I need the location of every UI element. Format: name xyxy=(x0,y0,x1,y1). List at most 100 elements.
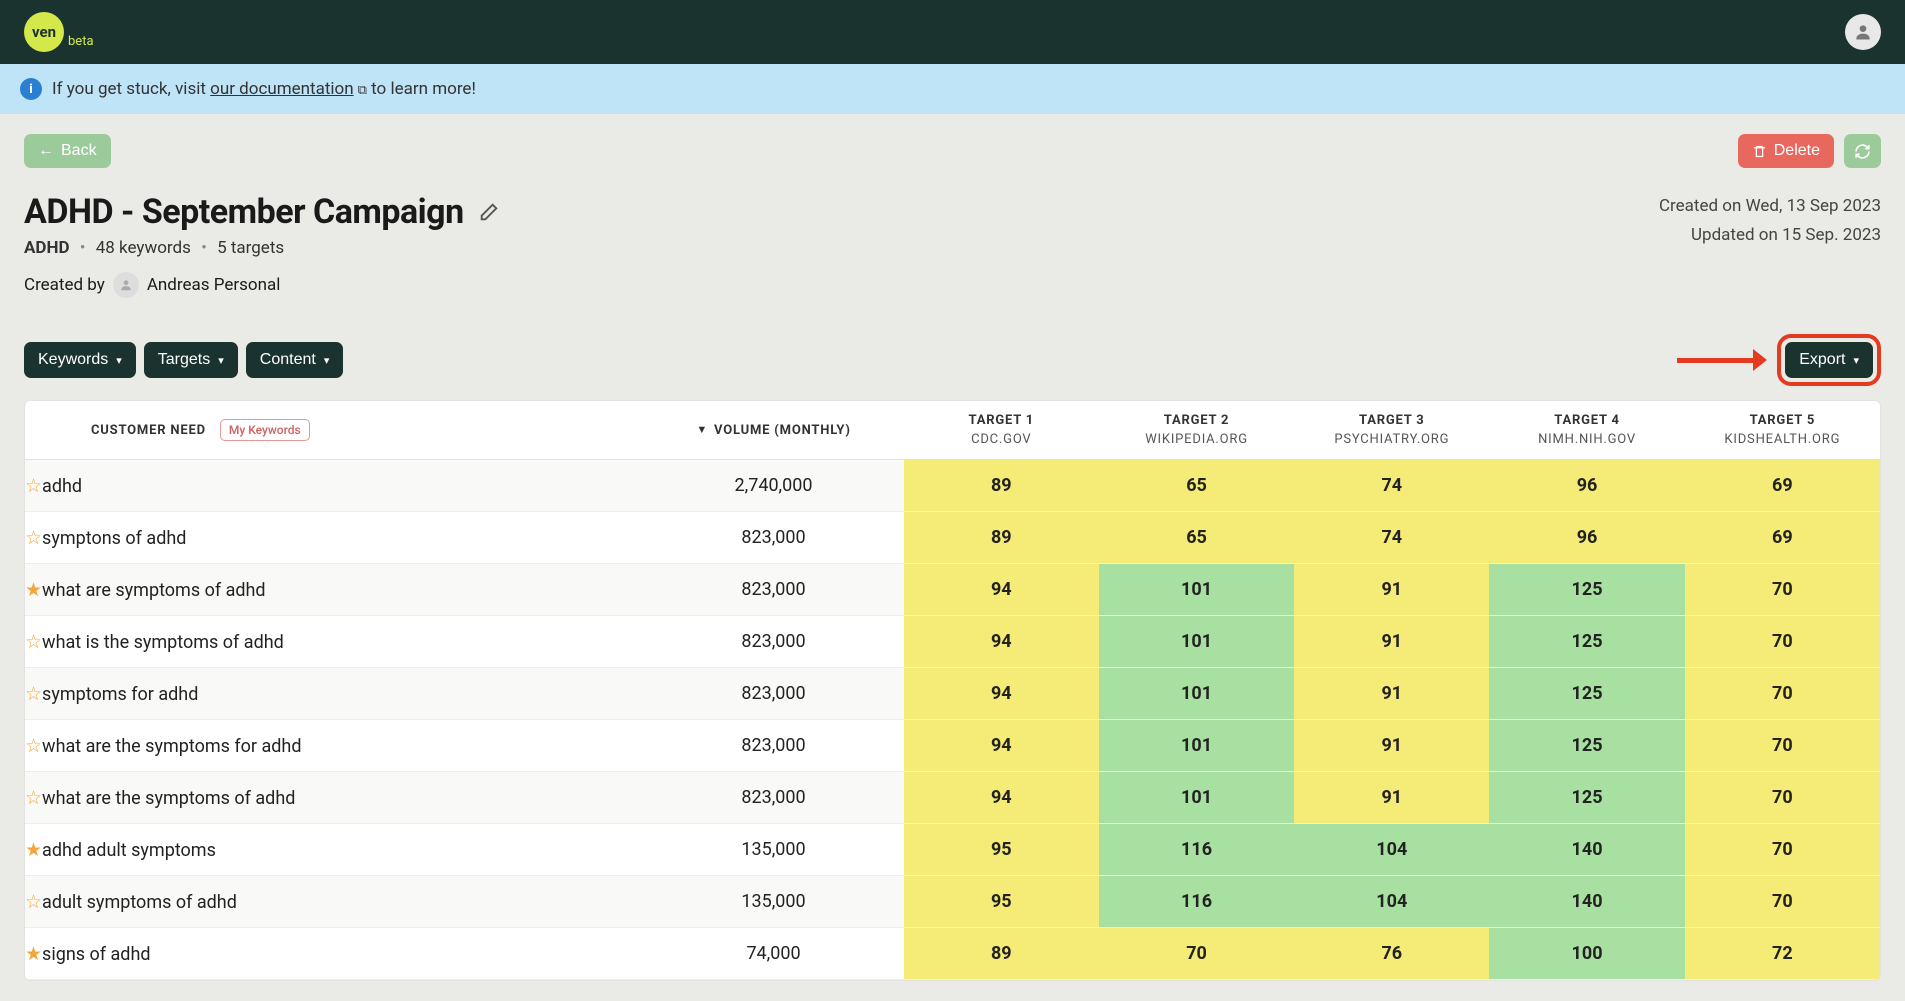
edit-title-icon[interactable] xyxy=(478,201,500,223)
targets-filter[interactable]: Targets ▾ xyxy=(144,342,238,378)
targets-filter-label: Targets xyxy=(158,351,210,369)
refresh-icon xyxy=(1854,143,1871,160)
my-keywords-badge[interactable]: My Keywords xyxy=(220,419,310,441)
table-row[interactable]: ☆symptoms for adhd823,000941019112570 xyxy=(25,668,1880,720)
score-cell: 70 xyxy=(1685,720,1880,772)
volume-cell: 823,000 xyxy=(643,616,903,668)
star-icon[interactable]: ☆ xyxy=(25,890,42,913)
score-cell: 125 xyxy=(1489,564,1684,616)
updated-on: Updated on 15 Sep. 2023 xyxy=(1659,221,1881,250)
author-avatar-icon xyxy=(113,272,139,298)
table-row[interactable]: ☆adult symptoms of adhd135,0009511610414… xyxy=(25,876,1880,928)
trash-icon xyxy=(1752,144,1767,159)
table-row[interactable]: ☆symptons of adhd823,0008965749669 xyxy=(25,512,1880,564)
score-cell: 100 xyxy=(1489,928,1684,980)
star-icon[interactable]: ★ xyxy=(25,838,42,861)
keyword-text: symptoms for adhd xyxy=(42,684,198,705)
score-cell: 76 xyxy=(1294,928,1489,980)
score-cell: 72 xyxy=(1685,928,1880,980)
score-cell: 65 xyxy=(1099,512,1294,564)
target5-domain: KIDSHEALTH.ORG xyxy=(1695,432,1870,447)
score-cell: 94 xyxy=(904,616,1099,668)
target5-label: TARGET 5 xyxy=(1750,413,1816,428)
refresh-button[interactable] xyxy=(1844,134,1881,168)
col-customer-need[interactable]: CUSTOMER NEED My Keywords xyxy=(25,401,643,460)
brand[interactable]: ven beta xyxy=(24,12,94,52)
table-row[interactable]: ☆what are the symptoms of adhd823,000941… xyxy=(25,772,1880,824)
keyword-text: what are symptoms of adhd xyxy=(42,580,266,601)
star-icon[interactable]: ★ xyxy=(25,578,42,601)
topbar: ven beta xyxy=(0,0,1905,64)
score-cell: 91 xyxy=(1294,564,1489,616)
star-icon[interactable]: ☆ xyxy=(25,682,42,705)
created-by-label: Created by xyxy=(24,275,105,295)
score-cell: 94 xyxy=(904,772,1099,824)
banner-suffix: to learn more! xyxy=(367,79,476,99)
table-row[interactable]: ☆what are the symptoms for adhd823,00094… xyxy=(25,720,1880,772)
keyword-text: adult symptoms of adhd xyxy=(42,892,237,913)
star-icon[interactable]: ☆ xyxy=(25,734,42,757)
col-target-4[interactable]: TARGET 4NIMH.NIH.GOV xyxy=(1489,401,1684,460)
score-cell: 94 xyxy=(904,564,1099,616)
keyword-text: signs of adhd xyxy=(42,944,150,965)
star-icon[interactable]: ☆ xyxy=(25,474,42,497)
score-cell: 65 xyxy=(1099,460,1294,512)
star-icon[interactable]: ☆ xyxy=(25,786,42,809)
star-icon[interactable]: ☆ xyxy=(25,526,42,549)
delete-button[interactable]: Delete xyxy=(1738,134,1834,168)
star-icon[interactable]: ★ xyxy=(25,942,42,965)
export-button[interactable]: Export ▾ xyxy=(1785,342,1873,378)
score-cell: 125 xyxy=(1489,720,1684,772)
content-filter[interactable]: Content ▾ xyxy=(246,342,344,378)
score-cell: 96 xyxy=(1489,512,1684,564)
chevron-down-icon: ▾ xyxy=(324,354,330,367)
score-cell: 70 xyxy=(1685,824,1880,876)
target3-domain: PSYCHIATRY.ORG xyxy=(1304,432,1479,447)
keyword-text: adhd adult symptoms xyxy=(42,840,216,861)
arrow-left-icon: ← xyxy=(38,142,54,160)
volume-cell: 135,000 xyxy=(643,824,903,876)
created-on: Created on Wed, 13 Sep 2023 xyxy=(1659,192,1881,221)
table-row[interactable]: ★what are symptoms of adhd823,0009410191… xyxy=(25,564,1880,616)
volume-cell: 2,740,000 xyxy=(643,460,903,512)
sort-desc-icon: ▼ xyxy=(696,423,708,436)
chevron-down-icon: ▾ xyxy=(1853,354,1859,367)
table-row[interactable]: ★signs of adhd74,00089707610072 xyxy=(25,928,1880,980)
keywords-filter[interactable]: Keywords ▾ xyxy=(24,342,136,378)
delete-label: Delete xyxy=(1774,142,1820,160)
col-target-2[interactable]: TARGET 2WIKIPEDIA.ORG xyxy=(1099,401,1294,460)
keyword-text: adhd xyxy=(42,476,82,497)
docs-link[interactable]: our documentation xyxy=(210,79,354,99)
star-icon[interactable]: ☆ xyxy=(25,630,42,653)
table-row[interactable]: ★adhd adult symptoms135,0009511610414070 xyxy=(25,824,1880,876)
keyword-text: what are the symptoms of adhd xyxy=(42,788,295,809)
volume-cell: 823,000 xyxy=(643,668,903,720)
volume-cell: 135,000 xyxy=(643,876,903,928)
score-cell: 70 xyxy=(1685,668,1880,720)
target4-label: TARGET 4 xyxy=(1554,413,1620,428)
volume-cell: 823,000 xyxy=(643,772,903,824)
col-target-1[interactable]: TARGET 1CDC.GOV xyxy=(904,401,1099,460)
score-cell: 91 xyxy=(1294,772,1489,824)
user-avatar-icon[interactable] xyxy=(1845,14,1881,50)
score-cell: 125 xyxy=(1489,668,1684,720)
back-label: Back xyxy=(61,142,97,160)
keywords-filter-label: Keywords xyxy=(38,351,108,369)
score-cell: 91 xyxy=(1294,720,1489,772)
table-row[interactable]: ☆adhd2,740,0008965749669 xyxy=(25,460,1880,512)
col-volume[interactable]: ▼VOLUME (MONTHLY) xyxy=(643,401,903,460)
author-name: Andreas Personal xyxy=(147,275,281,295)
score-cell: 89 xyxy=(904,512,1099,564)
volume-cell: 823,000 xyxy=(643,720,903,772)
annotation-arrow-icon xyxy=(1677,353,1767,367)
col-target-5[interactable]: TARGET 5 KIDSHEALTH.ORG xyxy=(1685,401,1880,460)
score-cell: 101 xyxy=(1099,616,1294,668)
external-link-icon: ⧉ xyxy=(358,83,367,98)
volume-cell: 823,000 xyxy=(643,512,903,564)
table-row[interactable]: ☆what is the symptoms of adhd823,0009410… xyxy=(25,616,1880,668)
score-cell: 104 xyxy=(1294,876,1489,928)
back-button[interactable]: ← Back xyxy=(24,134,111,168)
target2-domain: WIKIPEDIA.ORG xyxy=(1109,432,1284,447)
keyword-text: what are the symptoms for adhd xyxy=(42,736,301,757)
col-target-3[interactable]: TARGET 3PSYCHIATRY.ORG xyxy=(1294,401,1489,460)
